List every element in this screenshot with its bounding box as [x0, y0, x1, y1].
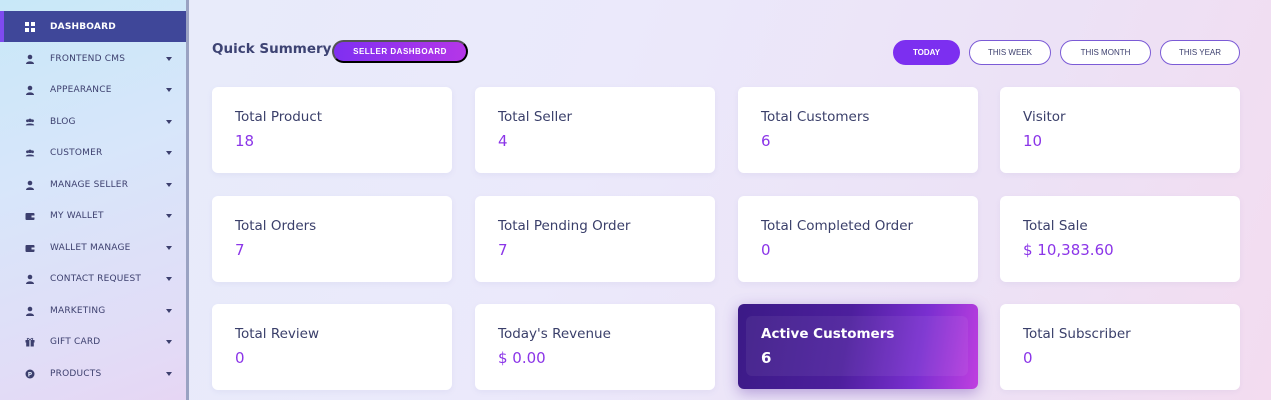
- sidebar-item-dashboard[interactable]: DASHBOARD: [0, 11, 186, 42]
- stat-card-active-customers: Active Customers 6: [738, 304, 978, 389]
- card-value: 18: [235, 132, 255, 150]
- gift-icon: [25, 337, 35, 347]
- stat-card-total-seller: Total Seller 4: [475, 87, 715, 173]
- card-value: 4: [498, 132, 508, 150]
- card-title: Total Review: [235, 326, 319, 342]
- card-title: Total Seller: [498, 109, 573, 125]
- caret-down-icon: [166, 276, 172, 281]
- card-title: Total Subscriber: [1023, 326, 1131, 342]
- stat-card-total-pending-order: Total Pending Order 7: [475, 196, 715, 282]
- sidebar-item-label: DASHBOARD: [50, 21, 116, 32]
- caret-down-icon: [166, 56, 172, 61]
- svg-text:P: P: [28, 371, 33, 378]
- sidebar-item-label: MARKETING: [50, 305, 106, 316]
- card-value: $ 0.00: [498, 349, 546, 367]
- caret-down-icon: [166, 213, 172, 218]
- card-title: Total Product: [235, 109, 323, 125]
- sidebar-item-gift-card[interactable]: GIFT CARD: [0, 326, 186, 357]
- card-value: 10: [1023, 132, 1043, 150]
- sidebar-item-frontend-cms[interactable]: FRONTEND CMS: [0, 43, 186, 74]
- card-title: Total Orders: [235, 218, 317, 234]
- sidebar-item-manage-seller[interactable]: MANAGE SELLER: [0, 169, 186, 200]
- card-title: Total Pending Order: [498, 218, 631, 234]
- sidebar-item-my-wallet[interactable]: MY WALLET: [0, 200, 186, 231]
- sidebar-item-label: WALLET MANAGE: [50, 242, 131, 253]
- card-title: Active Customers: [761, 326, 895, 342]
- sidebar-item-appearance[interactable]: APPEARANCE: [0, 74, 186, 105]
- sidebar: DASHBOARD FRONTEND CMS APPEARANCE BLOG C…: [0, 0, 186, 400]
- sidebar-item-label: CONTACT REQUEST: [50, 273, 142, 284]
- card-glow: [746, 316, 968, 376]
- sidebar-item-contact-request[interactable]: CONTACT REQUEST: [0, 263, 186, 294]
- user-icon: [25, 54, 35, 64]
- sidebar-item-products[interactable]: P PRODUCTS: [0, 358, 186, 389]
- caret-down-icon: [166, 87, 172, 92]
- user-icon: [25, 85, 35, 95]
- seller-dashboard-button[interactable]: SELLER DASHBOARD: [332, 40, 468, 63]
- user-icon: [25, 180, 35, 190]
- user-icon: [25, 306, 35, 316]
- wallet-icon: [25, 243, 35, 253]
- users-icon: [25, 148, 35, 158]
- grid-icon: [25, 21, 35, 32]
- card-value: 0: [761, 241, 771, 259]
- card-value: 7: [235, 241, 245, 259]
- caret-down-icon: [166, 339, 172, 344]
- sidebar-item-label: GIFT CARD: [50, 336, 101, 347]
- user-icon: [25, 274, 35, 284]
- stat-card-total-orders: Total Orders 7: [212, 196, 452, 282]
- stat-card-total-product: Total Product 18: [212, 87, 452, 173]
- wallet-icon: [25, 211, 35, 221]
- stat-card-total-review: Total Review 0: [212, 304, 452, 390]
- card-value: 7: [498, 241, 508, 259]
- filter-this-week-button[interactable]: THIS WEEK: [969, 40, 1051, 65]
- filter-today-button[interactable]: TODAY: [893, 40, 960, 65]
- sidebar-item-label: MY WALLET: [50, 210, 104, 221]
- caret-down-icon: [166, 371, 172, 376]
- card-value: 0: [235, 349, 245, 367]
- stat-card-total-subscriber: Total Subscriber 0: [1000, 304, 1240, 390]
- sidebar-item-wallet-manage[interactable]: WALLET MANAGE: [0, 232, 186, 263]
- sidebar-item-label: PRODUCTS: [50, 368, 102, 379]
- card-title: Visitor: [1023, 109, 1066, 125]
- page-title: Quick Summery: [212, 41, 332, 57]
- sidebar-item-label: BLOG: [50, 116, 76, 127]
- users-icon: [25, 117, 35, 127]
- stat-card-total-sale: Total Sale $ 10,383.60: [1000, 196, 1240, 282]
- caret-down-icon: [166, 119, 172, 124]
- filter-this-year-button[interactable]: THIS YEAR: [1160, 40, 1240, 65]
- caret-down-icon: [166, 308, 172, 313]
- card-title: Total Customers: [761, 109, 870, 125]
- card-value: $ 10,383.60: [1023, 241, 1114, 259]
- sidebar-item-label: APPEARANCE: [50, 84, 112, 95]
- sidebar-scrollbar[interactable]: [186, 0, 189, 400]
- card-value: 6: [761, 349, 772, 367]
- card-title: Total Completed Order: [761, 218, 914, 234]
- card-title: Today's Revenue: [498, 326, 611, 342]
- sidebar-item-label: FRONTEND CMS: [50, 53, 126, 64]
- sidebar-item-marketing[interactable]: MARKETING: [0, 295, 186, 326]
- caret-down-icon: [166, 182, 172, 187]
- sidebar-item-label: MANAGE SELLER: [50, 179, 129, 190]
- caret-down-icon: [166, 245, 172, 250]
- stat-card-total-customers: Total Customers 6: [738, 87, 978, 173]
- stat-card-todays-revenue: Today's Revenue $ 0.00: [475, 304, 715, 390]
- stat-card-visitor: Visitor 10: [1000, 87, 1240, 173]
- sidebar-item-customer[interactable]: CUSTOMER: [0, 137, 186, 168]
- sidebar-item-label: CUSTOMER: [50, 147, 103, 158]
- stat-card-total-completed-order: Total Completed Order 0: [738, 196, 978, 282]
- caret-down-icon: [166, 150, 172, 155]
- card-title: Total Sale: [1023, 218, 1088, 234]
- product-icon: P: [25, 369, 35, 379]
- sidebar-item-blog[interactable]: BLOG: [0, 106, 186, 137]
- card-value: 0: [1023, 349, 1033, 367]
- card-value: 6: [761, 132, 771, 150]
- filter-this-month-button[interactable]: THIS MONTH: [1060, 40, 1151, 65]
